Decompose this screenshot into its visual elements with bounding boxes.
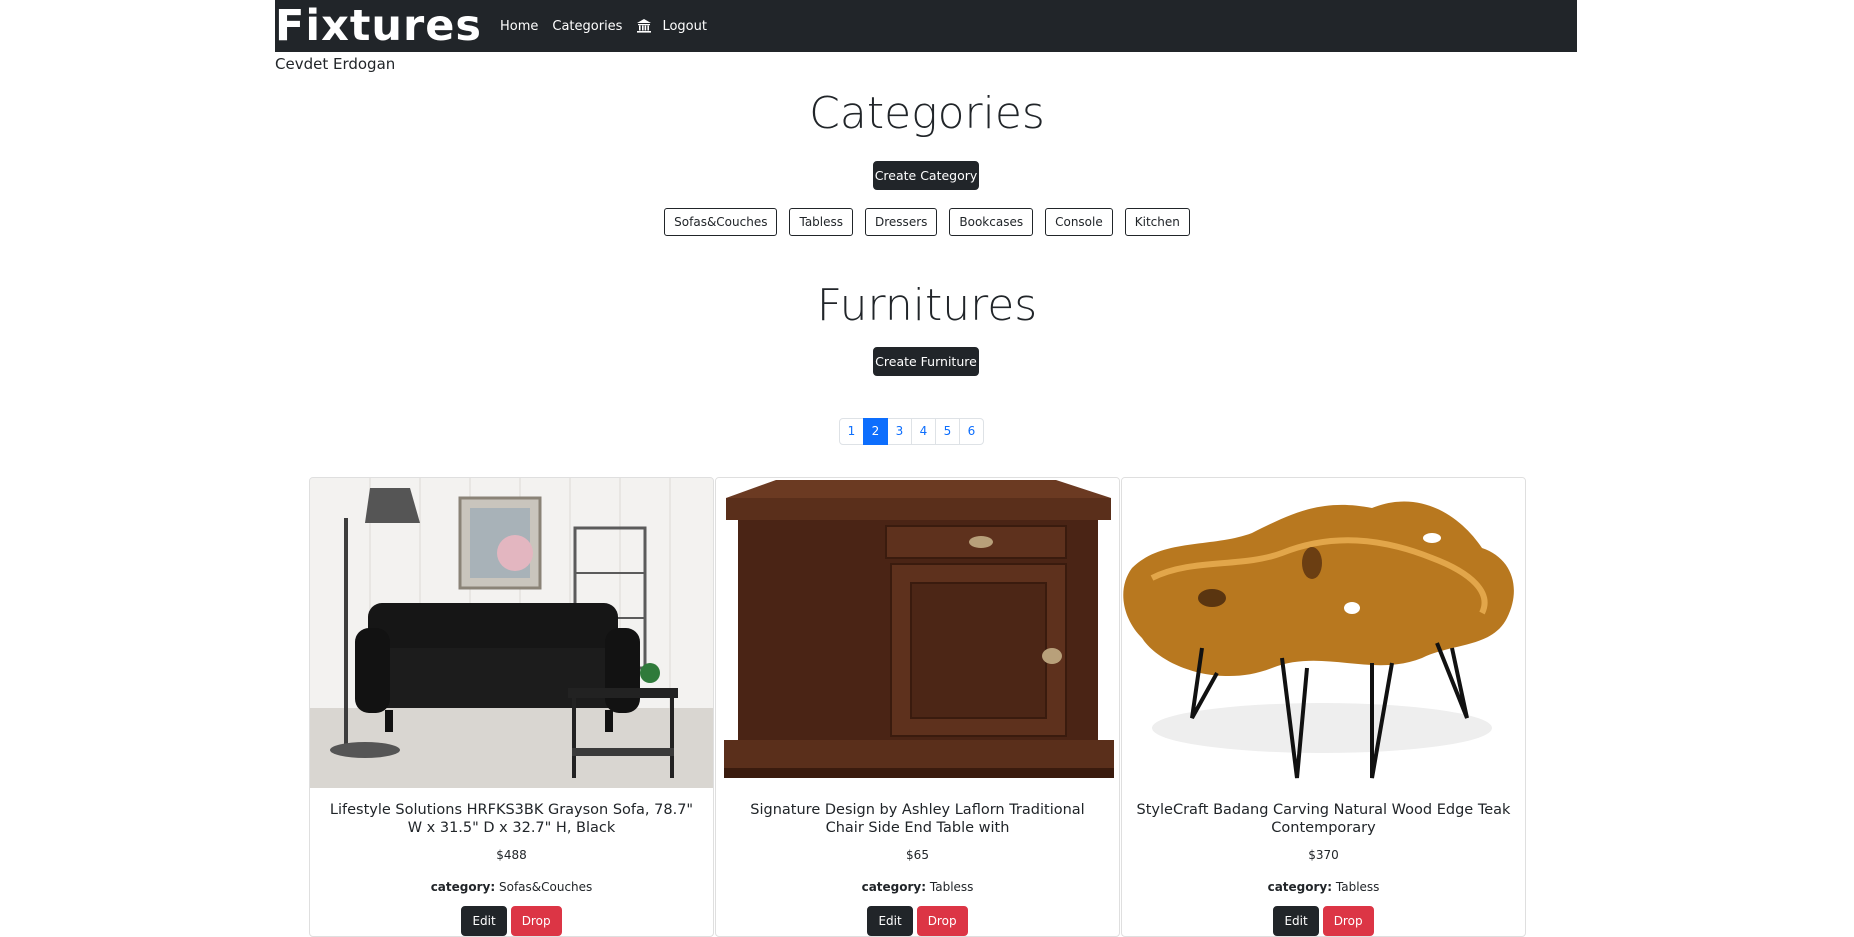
nav-home-link[interactable]: Home xyxy=(500,19,538,34)
category-button-console[interactable]: Console xyxy=(1045,208,1113,236)
category-button-bookcases[interactable]: Bookcases xyxy=(949,208,1034,236)
create-furniture-button[interactable]: Create Furniture xyxy=(873,347,979,376)
navbar: Fixtures Home Categories Logout xyxy=(275,0,1577,52)
category-button-tabless[interactable]: Tabless xyxy=(789,208,854,236)
category-list: Sofas&Couches Tabless Dressers Bookcases… xyxy=(0,208,1854,236)
nav-links: Home Categories Logout xyxy=(500,18,721,34)
card-category-value: Tabless xyxy=(1335,880,1380,894)
card-body: Lifestyle Solutions HRFKS3BK Grayson Sof… xyxy=(310,801,713,936)
page-link-3[interactable]: 3 xyxy=(887,418,912,445)
category-button-kitchen[interactable]: Kitchen xyxy=(1124,208,1190,236)
page-link-2[interactable]: 2 xyxy=(863,418,888,445)
category-button-dressers[interactable]: Dressers xyxy=(865,208,938,236)
furniture-card: Signature Design by Ashley Laflorn Tradi… xyxy=(715,477,1120,937)
furniture-card: StyleCraft Badang Carving Natural Wood E… xyxy=(1121,477,1526,937)
brand-logo[interactable]: Fixtures xyxy=(275,0,482,52)
nav-logout-label: Logout xyxy=(662,18,707,34)
edit-button[interactable]: Edit xyxy=(1273,906,1319,936)
card-price: $370 xyxy=(1308,848,1339,862)
card-price: $65 xyxy=(906,848,929,862)
furniture-card-list: Lifestyle Solutions HRFKS3BK Grayson Sof… xyxy=(309,477,1527,937)
card-category-value: Tabless xyxy=(929,880,974,894)
nav-categories-link[interactable]: Categories xyxy=(552,19,622,34)
drop-button[interactable]: Drop xyxy=(916,906,968,936)
card-actions: Edit Drop xyxy=(1136,906,1511,936)
card-category: category: Sofas&Couches xyxy=(324,880,699,894)
card-category-label: category: xyxy=(430,880,496,894)
card-title: StyleCraft Badang Carving Natural Wood E… xyxy=(1136,802,1511,836)
user-name: Cevdet Erdogan xyxy=(275,55,396,73)
card-actions: Edit Drop xyxy=(324,906,699,936)
furniture-card: Lifestyle Solutions HRFKS3BK Grayson Sof… xyxy=(309,477,714,937)
nav-logout-link[interactable]: Logout xyxy=(636,18,707,34)
card-category: category: Tabless xyxy=(730,880,1105,894)
card-body: Signature Design by Ashley Laflorn Tradi… xyxy=(716,801,1119,936)
furnitures-title: Furnitures xyxy=(816,280,1038,331)
edit-button[interactable]: Edit xyxy=(867,906,913,936)
card-category-value: Sofas&Couches xyxy=(498,880,593,894)
page-link-5[interactable]: 5 xyxy=(935,418,960,445)
teak-table-image xyxy=(1122,478,1525,788)
card-body: StyleCraft Badang Carving Natural Wood E… xyxy=(1122,801,1525,936)
bank-icon xyxy=(637,19,652,33)
card-category-label: category: xyxy=(1267,880,1333,894)
card-price: $488 xyxy=(496,848,527,862)
card-category-label: category: xyxy=(861,880,927,894)
category-button-sofas-couches[interactable]: Sofas&Couches xyxy=(664,208,778,236)
card-category: category: Tabless xyxy=(1136,880,1511,894)
page-link-1[interactable]: 1 xyxy=(839,418,864,445)
page-link-4[interactable]: 4 xyxy=(911,418,936,445)
categories-title: Categories xyxy=(809,88,1045,139)
card-title: Lifestyle Solutions HRFKS3BK Grayson Sof… xyxy=(329,802,694,836)
card-title: Signature Design by Ashley Laflorn Tradi… xyxy=(750,802,1085,836)
card-actions: Edit Drop xyxy=(730,906,1105,936)
create-category-button[interactable]: Create Category xyxy=(873,161,979,190)
pagination: 1 2 3 4 5 6 xyxy=(839,418,984,445)
drop-button[interactable]: Drop xyxy=(510,906,562,936)
sofa-image xyxy=(310,478,713,788)
page-link-6[interactable]: 6 xyxy=(959,418,984,445)
drop-button[interactable]: Drop xyxy=(1322,906,1374,936)
end-table-image xyxy=(716,478,1119,788)
edit-button[interactable]: Edit xyxy=(461,906,507,936)
